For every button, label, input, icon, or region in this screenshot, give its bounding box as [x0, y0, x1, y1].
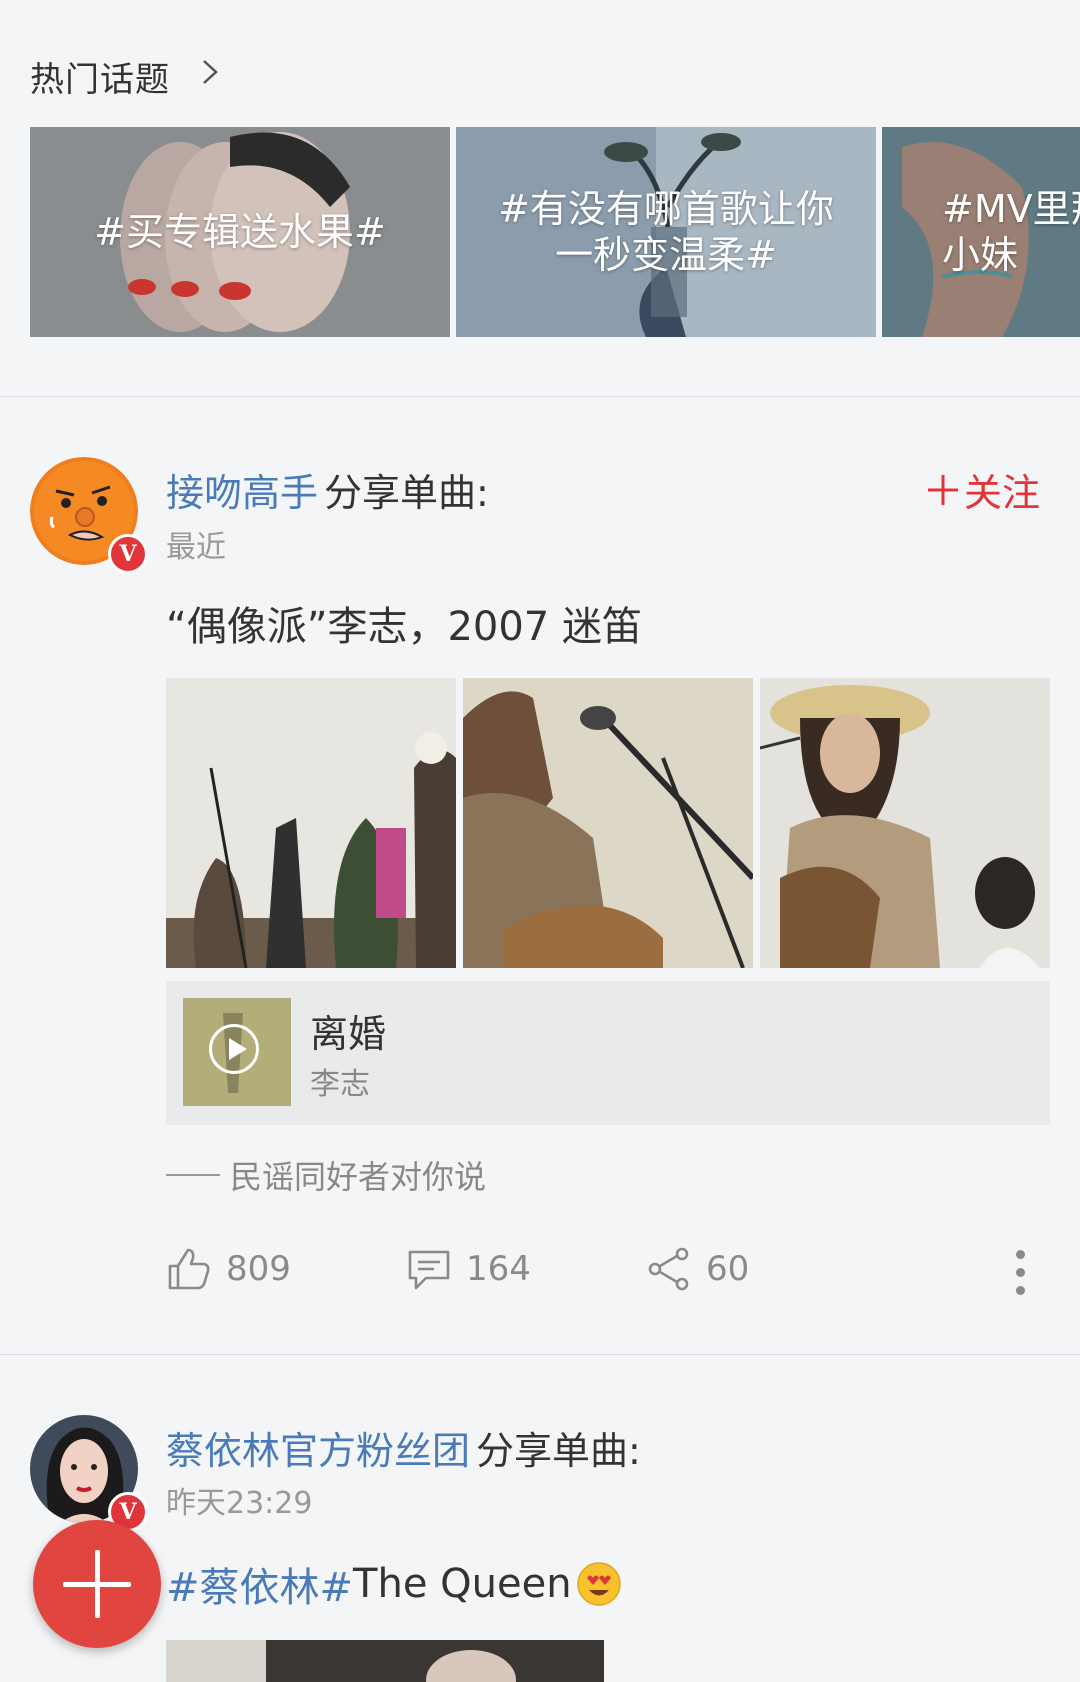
source-attribution: 民谣同好者对你说: [166, 1152, 486, 1198]
post-divider: [0, 1354, 1080, 1355]
post-action-label: 分享单曲:: [476, 1429, 641, 1473]
follow-label: 关注: [963, 471, 1040, 515]
hot-topics-carousel[interactable]: #买专辑送水果# #有没有哪首歌让你 一秒变温柔# #MV里那 小妹: [30, 127, 1080, 337]
heart-eyes-emoji-icon: [576, 1562, 621, 1606]
post-photo[interactable]: [760, 678, 1050, 968]
thumbs-up-icon: [168, 1248, 210, 1290]
share-button[interactable]: 60: [646, 1246, 749, 1292]
photo-grid: [166, 678, 1051, 968]
hot-topics-title[interactable]: 热门话题: [30, 52, 170, 101]
comment-button[interactable]: 164: [406, 1246, 531, 1292]
topic-card[interactable]: #买专辑送水果#: [30, 127, 450, 337]
post-text-body: The Queen: [353, 1561, 572, 1607]
post-timestamp: 昨天23:29: [166, 1486, 313, 1521]
compose-fab-button[interactable]: [33, 1520, 161, 1648]
chevron-right-icon[interactable]: [196, 58, 224, 86]
song-title: 离婚: [310, 1012, 387, 1056]
music-card[interactable]: 离婚 李志: [166, 981, 1050, 1125]
section-divider: [0, 396, 1080, 397]
topic-card[interactable]: #MV里那 小妹: [882, 127, 1080, 337]
post-action-label: 分享单曲:: [324, 471, 489, 515]
topic-label: #MV里那 小妹: [942, 187, 1080, 277]
topic-label: #有没有哪首歌让你 一秒变温柔#: [498, 187, 834, 277]
comment-count: 164: [466, 1249, 531, 1289]
post-text: “偶像派”李志，2007 迷笛: [166, 604, 642, 650]
like-count: 809: [226, 1249, 291, 1289]
comment-icon: [408, 1250, 450, 1290]
topic-label: #买专辑送水果#: [94, 210, 386, 254]
post-photo[interactable]: [463, 678, 753, 968]
post-header: 接吻高手 分享单曲:: [166, 462, 489, 517]
play-icon[interactable]: [209, 1024, 259, 1074]
song-artist: 李志: [310, 1067, 370, 1102]
post-text: #蔡依林# The Queen: [166, 1555, 622, 1613]
share-icon: [648, 1247, 689, 1291]
hashtag-link[interactable]: #蔡依林#: [166, 1555, 353, 1613]
source-text: 民谣同好者对你说: [230, 1158, 487, 1196]
album-cover[interactable]: [183, 998, 291, 1106]
plus-icon: [927, 474, 958, 505]
post-actions: 809 164 60: [0, 1246, 1080, 1302]
post-timestamp: 最近: [166, 530, 226, 565]
username-link[interactable]: 接吻高手: [166, 471, 318, 515]
post-header: 蔡依林官方粉丝团 分享单曲:: [166, 1420, 641, 1475]
topic-card[interactable]: #有没有哪首歌让你 一秒变温柔#: [456, 127, 876, 337]
username-link[interactable]: 蔡依林官方粉丝团: [166, 1429, 470, 1473]
like-button[interactable]: 809: [166, 1246, 291, 1292]
post-photo[interactable]: [166, 678, 456, 968]
post-image[interactable]: [166, 1640, 604, 1682]
dash-divider: [166, 1174, 220, 1176]
more-options-icon[interactable]: [1010, 1250, 1032, 1296]
follow-button[interactable]: 关注: [926, 462, 1040, 517]
share-count: 60: [706, 1249, 750, 1289]
verified-badge-icon: V: [108, 534, 148, 574]
